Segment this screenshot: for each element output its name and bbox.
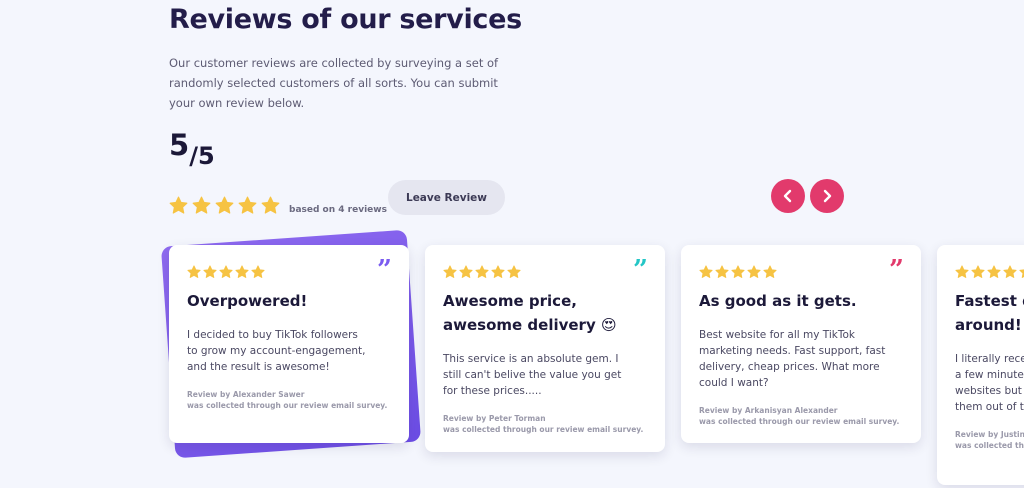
chevron-right-icon [823, 189, 832, 203]
star-icon [169, 196, 188, 214]
star-icon [763, 265, 777, 278]
star-icon [699, 265, 713, 278]
star-icon [715, 265, 729, 278]
review-meta: Review by Arkanisyan Alexander was colle… [699, 405, 903, 427]
reviewer-name: Review by Arkanisyan Alexander [699, 406, 838, 415]
reviewer-name: Review by Peter Torman [443, 414, 546, 423]
carousel-prev-button[interactable] [771, 179, 805, 213]
review-text: Best website for all my TikTok marketing… [699, 329, 886, 389]
review-source: was collected through our review email s… [699, 417, 900, 426]
star-icon [443, 265, 457, 278]
score-max: /5 [189, 142, 215, 170]
review-title: Fastest delivery around! [955, 292, 1024, 334]
review-title: Overpowered! [187, 292, 308, 310]
review-text: I decided to buy TikTok followers to gro… [187, 329, 366, 373]
star-icon [219, 265, 233, 278]
star-icon [203, 265, 217, 278]
summary-rating-stars [169, 196, 280, 215]
star-icon [187, 265, 201, 278]
chevron-left-icon [783, 189, 792, 203]
review-meta: Review by Alexander Sawer was collected … [187, 389, 391, 411]
review-source: was collected through our review email s… [187, 401, 388, 410]
star-icon [459, 265, 473, 278]
star-icon [1003, 265, 1017, 278]
review-title: Awesome price, awesome delivery 😍 [443, 292, 617, 334]
reviews-section: Reviews of our services Our customer rev… [0, 0, 1024, 488]
star-icon [475, 265, 489, 278]
review-card: ” As good as it gets. Best website for a… [681, 245, 921, 443]
star-icon [1019, 269, 1024, 278]
review-card: ” Fastest delivery around! I literally r… [937, 245, 1024, 485]
star-icon [507, 265, 521, 278]
section-title: Reviews of our services [169, 4, 522, 35]
review-rating-stars [187, 265, 391, 279]
review-text: I literally received my order in a few m… [955, 353, 1024, 413]
review-title: As good as it gets. [699, 292, 857, 310]
review-rating-stars [955, 265, 1024, 279]
review-rating-stars [699, 265, 903, 279]
section-description: Our customer reviews are collected by su… [169, 56, 499, 110]
star-icon [251, 265, 265, 278]
review-text: This service is an absolute gem. I still… [443, 353, 622, 397]
star-icon [955, 265, 969, 278]
star-icon [235, 265, 249, 278]
star-icon [731, 265, 745, 278]
review-source: was collected through our review email s… [443, 425, 644, 434]
review-rating-stars [443, 265, 647, 279]
leave-review-button[interactable]: Leave Review [388, 180, 505, 215]
star-icon [971, 265, 985, 278]
quote-icon: ” [889, 255, 904, 285]
star-icon [192, 196, 211, 214]
quote-icon: ” [377, 255, 392, 285]
reviewer-name: Review by Justin [955, 430, 1024, 439]
star-icon [491, 265, 505, 278]
star-icon [261, 196, 280, 214]
star-icon [238, 196, 257, 214]
review-count: based on 4 reviews [289, 205, 387, 215]
review-card: ” Overpowered! I decided to buy TikTok f… [169, 245, 409, 443]
reviewer-name: Review by Alexander Sawer [187, 390, 305, 399]
carousel-next-button[interactable] [810, 179, 844, 213]
quote-icon: ” [633, 255, 648, 285]
review-card: ” Awesome price, awesome delivery 😍 This… [425, 245, 665, 452]
star-icon [987, 265, 1001, 278]
star-icon [215, 196, 234, 214]
review-source: was collected through our review email s… [955, 441, 1024, 450]
overall-score: 5/5 [169, 128, 215, 170]
star-icon [747, 265, 761, 278]
review-meta: Review by Peter Torman was collected thr… [443, 413, 647, 435]
score-value: 5 [169, 128, 190, 162]
review-meta: Review by Justin was collected through o… [955, 429, 1024, 451]
